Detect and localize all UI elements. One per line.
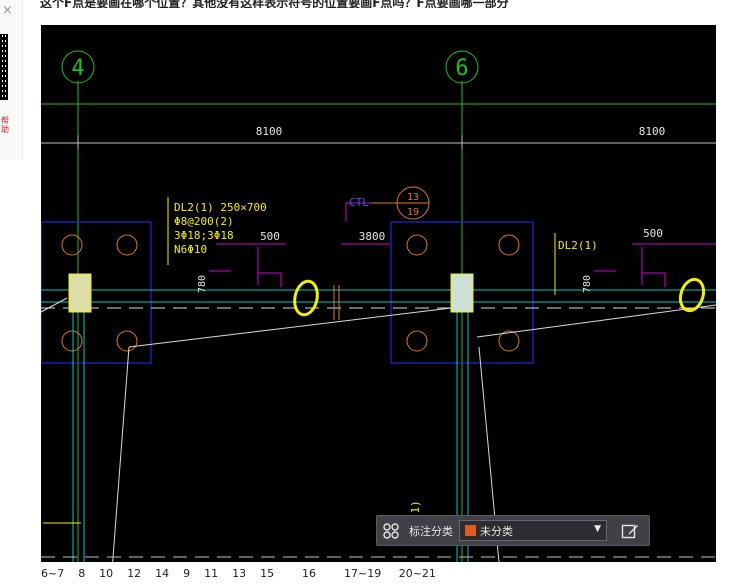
span-dimension-right: 8100 <box>639 125 666 138</box>
annotation-toolbar: 标注分类 未分类 ▼ <box>376 515 650 546</box>
beam-note-line4: N6Φ10 <box>174 243 207 256</box>
column-square-left <box>68 273 92 313</box>
annotation-category-select[interactable]: 未分类 ▼ <box>459 520 607 541</box>
edit-icon[interactable] <box>615 516 645 545</box>
callout-top: 13 <box>407 192 419 203</box>
elevation-dimension-right: 780 <box>582 275 593 293</box>
question-text: 这个F点是要画在哪个位置？其他没有这样表示符号的位置要画F点吗？F点要画哪一部分 <box>40 0 509 8</box>
beam-label-right: DL2(1) <box>558 239 598 252</box>
diagonal-line <box>128 307 452 348</box>
chevron-down-icon: ▼ <box>594 524 601 534</box>
highlight-marker-left[interactable] <box>292 279 321 317</box>
pile-circle <box>116 330 138 352</box>
qr-code-icon[interactable] <box>0 34 8 100</box>
axis-label-4: 4 <box>71 56 84 81</box>
diagonal-line <box>478 346 502 584</box>
offset-dimension-right: 500 <box>643 227 663 240</box>
span-dimension-left: 8100 <box>256 125 283 138</box>
bottom-ruler-labels: 6~7 8 10 12 14 9 11 13 15 16 17~19 20~21 <box>41 567 436 580</box>
side-rail: × 帮助 <box>0 0 23 160</box>
close-icon[interactable]: × <box>2 3 13 18</box>
pile-cap-left <box>41 221 152 364</box>
diagonal-line <box>476 304 716 338</box>
cad-drawing-canvas[interactable]: 4 6 8100 8100 DL2(1) 250×700 Φ8@200(2) 3… <box>41 25 716 584</box>
callout-bottom: 19 <box>407 207 419 218</box>
pile-circle <box>406 234 428 256</box>
pile-circle <box>61 234 83 256</box>
pile-circle <box>116 234 138 256</box>
pile-circle <box>498 234 520 256</box>
offset-dimension-left: 500 <box>260 230 280 243</box>
category-color-swatch <box>465 525 476 536</box>
annotation-category-label: 标注分类 <box>409 524 453 538</box>
cad-svg: 4 6 8100 8100 DL2(1) 250×700 Φ8@200(2) 3… <box>41 50 716 584</box>
pile-circle <box>61 330 83 352</box>
diagonal-line <box>41 297 68 313</box>
pile-circle <box>406 330 428 352</box>
apps-grid-icon[interactable] <box>377 516 405 545</box>
diagonal-line <box>110 346 130 584</box>
ctl-label: CTL <box>349 196 369 209</box>
category-select-value: 未分类 <box>480 524 513 538</box>
axis-label-6: 6 <box>455 56 468 81</box>
mid-span-dimension: 3800 <box>359 230 386 243</box>
side-help-text[interactable]: 帮助 <box>1 116 9 144</box>
beam-note-line3: 3Φ18;3Φ18 <box>174 229 234 242</box>
beam-note-line2: Φ8@200(2) <box>174 215 234 228</box>
beam-note-line1: DL2(1) 250×700 <box>174 201 267 214</box>
column-square-right <box>450 273 474 313</box>
elevation-dimension-left: 780 <box>197 275 208 293</box>
